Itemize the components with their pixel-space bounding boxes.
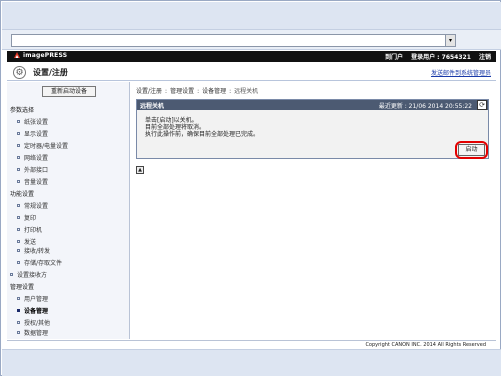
remote-shutdown-panel: 远程关机 最近更新 : 21/06 2014 20:55:22 ⟳ 单击[启动]… (136, 99, 489, 159)
sidebar: 重新启动设备 参数选择 纸张设置 显示设置 定时器/电量设置 网络设置 外部接口… (7, 82, 130, 339)
brand-name: imagePRESS (23, 52, 68, 59)
sidebar-item-users[interactable]: 用户管理 (17, 294, 48, 303)
last-updated: 最近更新 : 21/06 2014 20:55:22 (378, 103, 472, 110)
bullet-icon (17, 240, 20, 243)
email-admin-link[interactable]: 发送邮件到系统管理员 (431, 68, 491, 77)
main-content: 设置/注册: 管理设置: 设备管理: 远程关机 远程关机 最近更新 : 21/06 2… (131, 82, 496, 339)
sidebar-item-copy[interactable]: 复印 (17, 213, 36, 222)
breadcrumb-item[interactable]: 设置/注册 (136, 88, 162, 95)
browser-statusbar (2, 349, 501, 376)
sidebar-item-printer[interactable]: 打印机 (17, 225, 42, 234)
bullet-icon (10, 273, 13, 276)
bullet-icon (17, 132, 20, 135)
breadcrumb-item[interactable]: 设备管理 (202, 88, 226, 95)
sidebar-item-network[interactable]: 网络设置 (17, 153, 48, 162)
login-user: 登录用户 : 7654321 (411, 54, 471, 61)
sidebar-item-device[interactable]: 设备管理 (17, 306, 48, 315)
address-dropdown-icon[interactable]: ▾ (445, 35, 455, 46)
breadcrumb-item[interactable]: 管理设置 (170, 88, 194, 95)
panel-header: 远程关机 最近更新 : 21/06 2014 20:55:22 ⟳ (137, 100, 488, 110)
bullet-icon (17, 168, 20, 171)
sidebar-section-management: 管理设置 (10, 284, 35, 291)
settings-icon: ⚙ (13, 66, 26, 79)
bullet-icon (17, 297, 20, 300)
brand-bar: imagePRESS 到门户 登录用户 : 7654321 注销 (7, 51, 496, 62)
scroll-to-top-icon[interactable]: ▲ (136, 166, 144, 174)
bullet-icon (17, 144, 20, 147)
start-button[interactable]: 启动 (458, 144, 485, 156)
brand: imagePRESS (14, 52, 67, 59)
message-line: 执行此操作前，确保目前全部处理已完成。 (145, 131, 260, 138)
bullet-icon (17, 228, 20, 231)
bullet-icon (17, 120, 20, 123)
breadcrumb-current: 远程关机 (234, 88, 259, 95)
sidebar-item-common[interactable]: 常规设置 (17, 201, 48, 210)
sidebar-item-license[interactable]: 授权/其他 (17, 318, 50, 327)
browser-titlebar (2, 2, 501, 30)
footer: Copyright CANON INC. 2014 All Rights Res… (7, 340, 496, 348)
bullet-icon (17, 180, 20, 183)
breadcrumb-sep: : (229, 88, 232, 95)
page-title: 设置/注册 (33, 68, 68, 77)
address-bar[interactable] (11, 34, 456, 47)
sidebar-item-display[interactable]: 显示设置 (17, 129, 48, 138)
sidebar-item-volume[interactable]: 音量设置 (17, 177, 48, 186)
header-actions: 到门户 登录用户 : 7654321 注销 (379, 52, 491, 61)
bullet-icon (17, 204, 20, 207)
breadcrumb-sep: : (197, 88, 200, 95)
sidebar-item-send[interactable]: 发送 (17, 237, 36, 246)
bullet-icon (17, 261, 20, 264)
bullet-icon (17, 249, 20, 252)
reboot-button[interactable]: 重新启动设备 (42, 86, 96, 97)
bullet-icon (17, 309, 20, 312)
page-header: ⚙ 设置/注册 发送邮件到系统管理员 (7, 63, 496, 81)
logout-link[interactable]: 注销 (479, 54, 491, 61)
breadcrumb: 设置/注册: 管理设置: 设备管理: 远程关机 (136, 86, 258, 95)
copyright: Copyright CANON INC. 2014 All Rights Res… (365, 342, 486, 348)
browser-window: ▾ imagePRESS 到门户 登录用户 : 7654321 注销 ⚙ 设置/… (0, 0, 501, 376)
sidebar-item-data[interactable]: 数据管理 (17, 328, 48, 337)
sidebar-item-timer[interactable]: 定时器/电量设置 (17, 141, 68, 150)
bullet-icon (17, 156, 20, 159)
sidebar-item-destination[interactable]: 设置接收方 (10, 270, 47, 279)
bullet-icon (17, 321, 20, 324)
panel-title: 远程关机 (140, 103, 165, 110)
refresh-icon[interactable]: ⟳ (477, 100, 487, 110)
sidebar-section-functions: 功能设置 (10, 191, 35, 198)
sidebar-section-preferences: 参数选择 (10, 107, 35, 114)
bullet-icon (17, 216, 20, 219)
sidebar-item-paper[interactable]: 纸张设置 (17, 117, 48, 126)
breadcrumb-sep: : (165, 88, 168, 95)
portal-link[interactable]: 到门户 (385, 54, 403, 61)
bullet-icon (17, 331, 20, 334)
sidebar-item-store[interactable]: 存储/存取文件 (17, 258, 62, 267)
sidebar-item-external[interactable]: 外部接口 (17, 165, 48, 174)
canon-logo-icon (14, 52, 20, 58)
sidebar-item-receive[interactable]: 接收/转发 (17, 246, 50, 255)
